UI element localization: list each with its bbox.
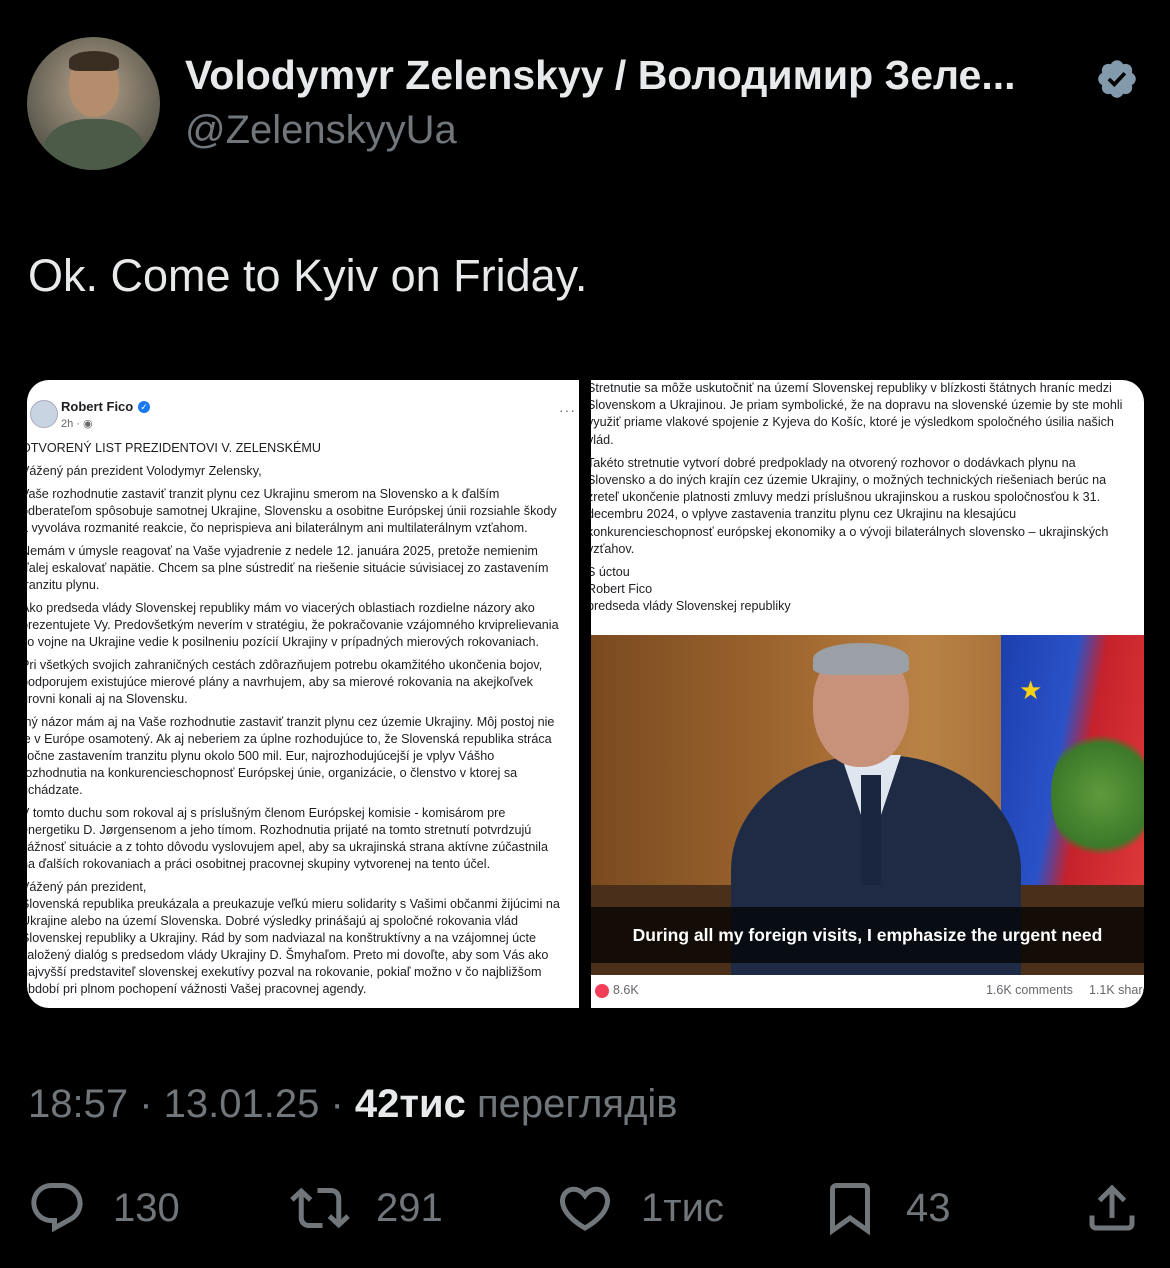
letter-paragraph: Takéto stretnutie vytvorí dobré predpokl… (591, 455, 1109, 556)
tweet-meta: 18:57 · 13.01.25 · 42тис переглядів (28, 1082, 678, 1127)
verified-badge-icon[interactable] (1095, 57, 1139, 101)
letter-text-right: Stretnutie sa môže uskutočniť na území S… (591, 380, 1144, 622)
tweet-text: Ok. Come to Kyiv on Friday. (28, 250, 588, 301)
like-button[interactable]: 1тис (555, 1178, 724, 1238)
heart-reaction-icon (595, 984, 609, 998)
fb-share-count: 1.1K shares (1089, 983, 1144, 997)
letter-text-left: OTVORENÝ LIST PREZIDENTOVI V. ZELENSKÉMU… (27, 440, 579, 1004)
share-icon (1089, 1184, 1135, 1231)
video-frame: ★ During all my foreign visits, I emphas… (591, 635, 1144, 975)
letter-paragraph: Nemám v úmysle reagovať na Vaše vyjadren… (27, 544, 549, 592)
letter-paragraph: Vaše rozhodnutie zastaviť tranzit plynu … (27, 487, 557, 535)
avatar-shirt (43, 119, 145, 170)
views-label: переглядів (476, 1082, 678, 1126)
plant-graphic (1051, 725, 1144, 865)
speaker-tie (861, 775, 881, 885)
letter-paragraph: S úctou Robert Fico predseda vlády Slove… (591, 565, 791, 614)
share-button[interactable] (1082, 1178, 1142, 1238)
fb-reaction-count: 8.6K (613, 983, 639, 997)
fb-verified-icon: ✓ (138, 401, 150, 413)
reply-count: 130 (113, 1185, 180, 1230)
media-image-left[interactable]: Robert Fico ✓ 2h · ◉ ··· OTVORENÝ LIST P… (27, 380, 579, 1008)
author-avatar[interactable] (27, 37, 160, 170)
star-icon: ★ (1019, 675, 1043, 705)
like-icon (559, 1186, 611, 1231)
reply-icon (31, 1183, 83, 1233)
bookmark-icon (830, 1183, 870, 1236)
bookmark-button[interactable]: 43 (820, 1178, 951, 1238)
tweet-date[interactable]: 13.01.25 (164, 1082, 320, 1126)
meta-separator: · (319, 1082, 355, 1126)
media-image-right[interactable]: Stretnutie sa môže uskutočniť na území S… (591, 380, 1144, 1008)
fb-author-avatar (30, 400, 58, 428)
letter-paragraph: Ako predseda vlády Slovenskej republiky … (27, 601, 559, 649)
meta-separator: · (128, 1082, 164, 1126)
repost-icon (290, 1187, 350, 1229)
letter-paragraph: Iný názor mám aj na Vaše rozhodnutie zas… (27, 715, 555, 797)
views-count: 42тис (354, 1082, 466, 1126)
bookmark-count: 43 (906, 1185, 951, 1230)
author-handle[interactable]: @ZelenskyyUa (185, 108, 457, 153)
tweet-media[interactable]: Robert Fico ✓ 2h · ◉ ··· OTVORENÝ LIST P… (27, 380, 1144, 1008)
tweet-time[interactable]: 18:57 (28, 1082, 128, 1126)
repost-count: 291 (376, 1185, 443, 1230)
letter-paragraph: Stretnutie sa môže uskutočniť na území S… (591, 381, 1123, 447)
fb-more-icon: ··· (559, 402, 576, 418)
avatar-hair (69, 51, 119, 71)
letter-paragraph: OTVORENÝ LIST PREZIDENTOVI V. ZELENSKÉMU (27, 441, 321, 455)
fb-comment-count: 1.6K comments (986, 983, 1073, 997)
author-display-name[interactable]: Volodymyr Zelenskyy / Володимир Зеле... (185, 52, 1085, 99)
letter-paragraph: Pri všetkých svojich zahraničných cestác… (27, 658, 543, 706)
globe-icon: ◉ (83, 418, 93, 430)
speaker-hair (813, 643, 909, 675)
letter-paragraph: V tomto duchu som rokoval aj s príslušný… (27, 806, 548, 871)
like-count: 1тис (641, 1185, 724, 1230)
fb-author-name: Robert Fico (61, 399, 134, 414)
fb-post-time: 2h · ◉ (61, 418, 93, 430)
letter-paragraph: Vážený pán prezident Volodymyr Zelensky, (27, 464, 262, 478)
repost-button[interactable]: 291 (290, 1178, 443, 1238)
reply-button[interactable]: 130 (27, 1178, 180, 1238)
fb-engagement-bar: 8.6K 1.6K comments 1.1K shares (591, 975, 1144, 1008)
letter-paragraph: Vážený pán prezident, Slovenská republik… (27, 880, 560, 996)
video-subtitle: During all my foreign visits, I emphasiz… (591, 907, 1144, 963)
